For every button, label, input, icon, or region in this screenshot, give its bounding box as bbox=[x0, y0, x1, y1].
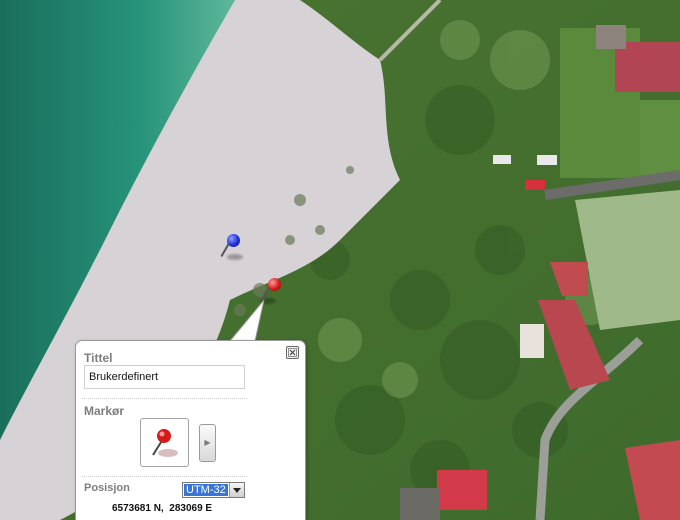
chevron-down-icon bbox=[233, 487, 241, 493]
marker-label: Markør bbox=[84, 404, 125, 418]
marker-shadow bbox=[227, 254, 243, 260]
coordinate-system-value: UTM-32 bbox=[184, 484, 228, 496]
title-input[interactable] bbox=[84, 365, 245, 389]
dropdown-arrow-icon[interactable] bbox=[229, 483, 244, 497]
coordinate-system-select[interactable]: UTM-32 bbox=[182, 482, 245, 498]
coordinates-text: 6573681 N, 283069 E bbox=[112, 503, 213, 514]
red-pin-icon bbox=[268, 278, 281, 291]
next-marker-button[interactable]: ▶ bbox=[199, 424, 216, 462]
close-icon bbox=[288, 348, 297, 357]
marker-preview-button[interactable] bbox=[140, 418, 189, 467]
divider bbox=[82, 398, 247, 399]
blue-map-marker[interactable] bbox=[220, 232, 247, 262]
close-button[interactable] bbox=[286, 346, 299, 359]
title-label: Tittel bbox=[84, 351, 113, 365]
divider bbox=[82, 476, 247, 477]
blue-pin-icon bbox=[227, 234, 240, 247]
play-arrow-icon: ▶ bbox=[204, 438, 211, 447]
red-map-marker[interactable] bbox=[260, 276, 288, 306]
marker-info-popup: Tittel Markør ▶ Posisjon UTM-32 6573681 … bbox=[75, 340, 306, 520]
red-pushpin-icon bbox=[152, 429, 178, 457]
position-label: Posisjon bbox=[84, 482, 130, 494]
